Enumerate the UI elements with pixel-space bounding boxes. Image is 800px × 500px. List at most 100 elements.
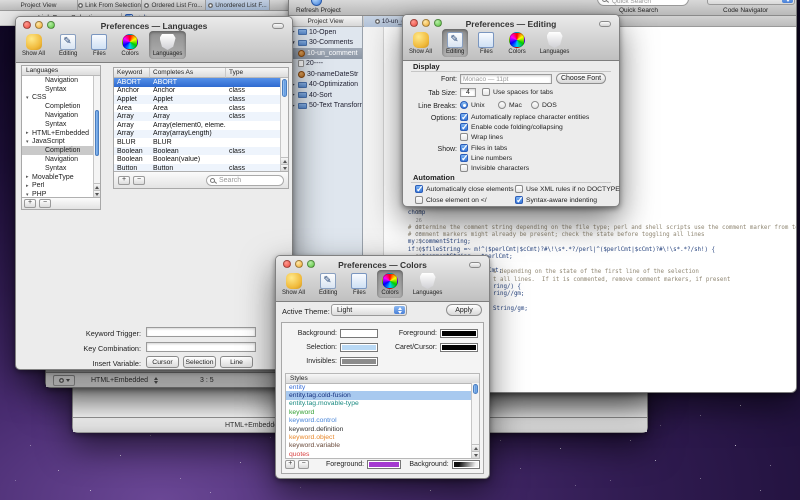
toolbar-toggle-button[interactable] <box>272 23 284 29</box>
background-color-well[interactable] <box>340 329 378 338</box>
scroll-down-arrow[interactable] <box>94 190 100 197</box>
add-language-button[interactable]: + <box>24 199 36 208</box>
close-button[interactable] <box>410 19 418 27</box>
language-list-item[interactable]: ▾ PHP <box>22 190 93 197</box>
tab-size-input[interactable] <box>460 88 476 97</box>
scroll-down-arrow[interactable] <box>281 164 288 171</box>
minimize-button[interactable] <box>422 19 430 27</box>
add-style-button[interactable]: + <box>285 460 295 469</box>
toolbar-item[interactable]: Editing <box>315 270 341 298</box>
option-wrap-lines[interactable]: Wrap lines <box>460 133 503 141</box>
scrollbar-thumb[interactable] <box>473 384 478 394</box>
toolbar-item[interactable]: Languages <box>409 270 447 298</box>
tree-item[interactable]: ▸ 10-Open <box>289 27 362 38</box>
scroll-up-arrow[interactable] <box>472 444 479 451</box>
toolbar-item[interactable]: Show All <box>405 29 436 57</box>
scrollbar[interactable] <box>93 76 100 197</box>
style-item[interactable]: keyword.object <box>286 433 471 441</box>
zoom-button[interactable] <box>434 19 442 27</box>
close-element-on[interactable]: Close element on </ <box>415 196 487 204</box>
style-item[interactable]: keyword <box>286 408 471 416</box>
close-button[interactable] <box>23 21 31 29</box>
language-list-item[interactable]: Completion <box>22 102 93 111</box>
language-list-item[interactable]: Syntax <box>22 85 93 94</box>
syntax-aware-indenting[interactable]: Syntax-aware indenting <box>515 196 597 204</box>
project-view-column-header[interactable]: Project View <box>289 16 362 27</box>
toolbar-item[interactable]: Editing <box>55 31 81 59</box>
title-bar[interactable]: Preferences — Languages Show All Edit <box>16 17 292 63</box>
style-item[interactable]: entity <box>286 383 471 391</box>
scrollbar[interactable] <box>471 383 479 458</box>
table-row[interactable]: Boolean Boolean(value) <box>114 155 280 164</box>
scrollbar-thumb[interactable] <box>95 110 99 156</box>
minimize-button[interactable] <box>295 260 303 268</box>
show-files-in-tabs[interactable]: Files in tabs <box>460 144 507 152</box>
toolbar-item[interactable]: Colors <box>377 270 402 298</box>
title-bar[interactable]: Preferences — Colors Show All Editing <box>276 256 489 302</box>
invisibles-color-well[interactable] <box>340 357 378 366</box>
toolbar-item[interactable]: Colors <box>117 31 142 59</box>
insert-variable-button[interactable]: Line <box>220 356 253 368</box>
radio-dos[interactable]: DOS <box>531 101 557 109</box>
style-item[interactable]: quotes <box>286 450 471 458</box>
active-theme-popup[interactable]: Light <box>331 304 407 316</box>
language-list-item[interactable]: ▾ JavaScript <box>22 138 93 147</box>
keyword-trigger-input[interactable] <box>146 327 256 337</box>
language-list-item[interactable]: ▾ CSS <box>22 94 93 103</box>
xml-rules-doctype[interactable]: Use XML rules if no DOCTYPE <box>515 185 620 193</box>
table-row[interactable]: Array Array(arrayLength) <box>114 130 280 139</box>
column-header-completes-as[interactable]: Completes As <box>150 68 226 78</box>
table-row[interactable]: Area Area class <box>114 104 280 113</box>
remove-language-button[interactable]: − <box>39 199 51 208</box>
insert-variable-button[interactable]: Cursor <box>146 356 179 368</box>
style-item[interactable]: entity.tag.movable-type <box>286 400 471 408</box>
toolbar-item[interactable]: Colors <box>504 29 529 57</box>
language-list-item[interactable]: Navigation <box>22 111 93 120</box>
table-row[interactable]: Boolean Boolean class <box>114 147 280 156</box>
table-row[interactable]: BLUR BLUR <box>114 138 280 147</box>
tree-item[interactable]: ▸ 40-Optimization <box>289 80 362 91</box>
key-combination-input[interactable] <box>146 342 256 352</box>
table-row[interactable]: ABORT ABORT <box>114 78 280 87</box>
toolbar-toggle-button[interactable] <box>599 21 611 27</box>
tree-item[interactable]: 30-nameDateStr <box>289 69 362 80</box>
add-completion-button[interactable]: + <box>118 176 130 185</box>
toolbar-item[interactable]: Editing <box>442 29 468 57</box>
tree-item[interactable]: 20---- <box>289 59 362 70</box>
use-spaces-checkbox[interactable] <box>482 88 490 96</box>
style-foreground-well[interactable] <box>367 460 401 469</box>
scroll-up-arrow[interactable] <box>281 157 288 164</box>
toolbar-item[interactable]: Files <box>87 31 111 59</box>
option-replace-entities[interactable]: Automatically replace character entities <box>460 113 589 121</box>
scroll-up-arrow[interactable] <box>94 183 100 190</box>
table-row[interactable]: Array Array class <box>114 112 280 121</box>
show-invisible-characters[interactable]: Invisible characters <box>460 164 529 172</box>
minimize-button[interactable] <box>35 21 43 29</box>
selection-color-well[interactable] <box>340 343 378 352</box>
remove-style-button[interactable]: − <box>298 460 308 469</box>
toolbar-item[interactable]: Files <box>347 270 371 298</box>
table-row[interactable]: Button Button class <box>114 164 280 171</box>
language-mode-popup[interactable]: HTML+Embedded <box>91 377 148 384</box>
foreground-color-well[interactable] <box>440 329 478 338</box>
column-header-keyword[interactable]: Keyword <box>114 68 150 78</box>
language-list-item[interactable]: ▸ MovableType <box>22 173 93 182</box>
language-list-item[interactable]: ▸ Perl <box>22 182 93 191</box>
radio-unix[interactable]: Unix <box>460 101 485 109</box>
language-list-item[interactable]: Navigation <box>22 155 93 164</box>
zoom-button[interactable] <box>307 260 315 268</box>
show-line-numbers[interactable]: Line numbers <box>460 154 512 162</box>
style-item[interactable]: keyword.definition <box>286 425 471 433</box>
apply-button[interactable]: Apply <box>446 304 482 316</box>
editor-tab[interactable]: Unordered List F... <box>206 0 270 10</box>
tree-item[interactable]: 10-un_comment <box>289 48 362 59</box>
auto-close-elements[interactable]: Automatically close elements <box>415 185 514 193</box>
toolbar-item[interactable]: Languages <box>536 29 574 57</box>
caret-color-well[interactable] <box>440 343 478 352</box>
scrollbar-thumb[interactable] <box>282 79 287 97</box>
action-gear-button[interactable] <box>53 375 75 386</box>
option-code-folding[interactable]: Enable code folding/collapsing <box>460 123 563 131</box>
remove-completion-button[interactable]: − <box>133 176 145 185</box>
tree-item[interactable]: ▸ 50-Text Transform <box>289 101 362 112</box>
table-row[interactable]: Applet Applet class <box>114 95 280 104</box>
